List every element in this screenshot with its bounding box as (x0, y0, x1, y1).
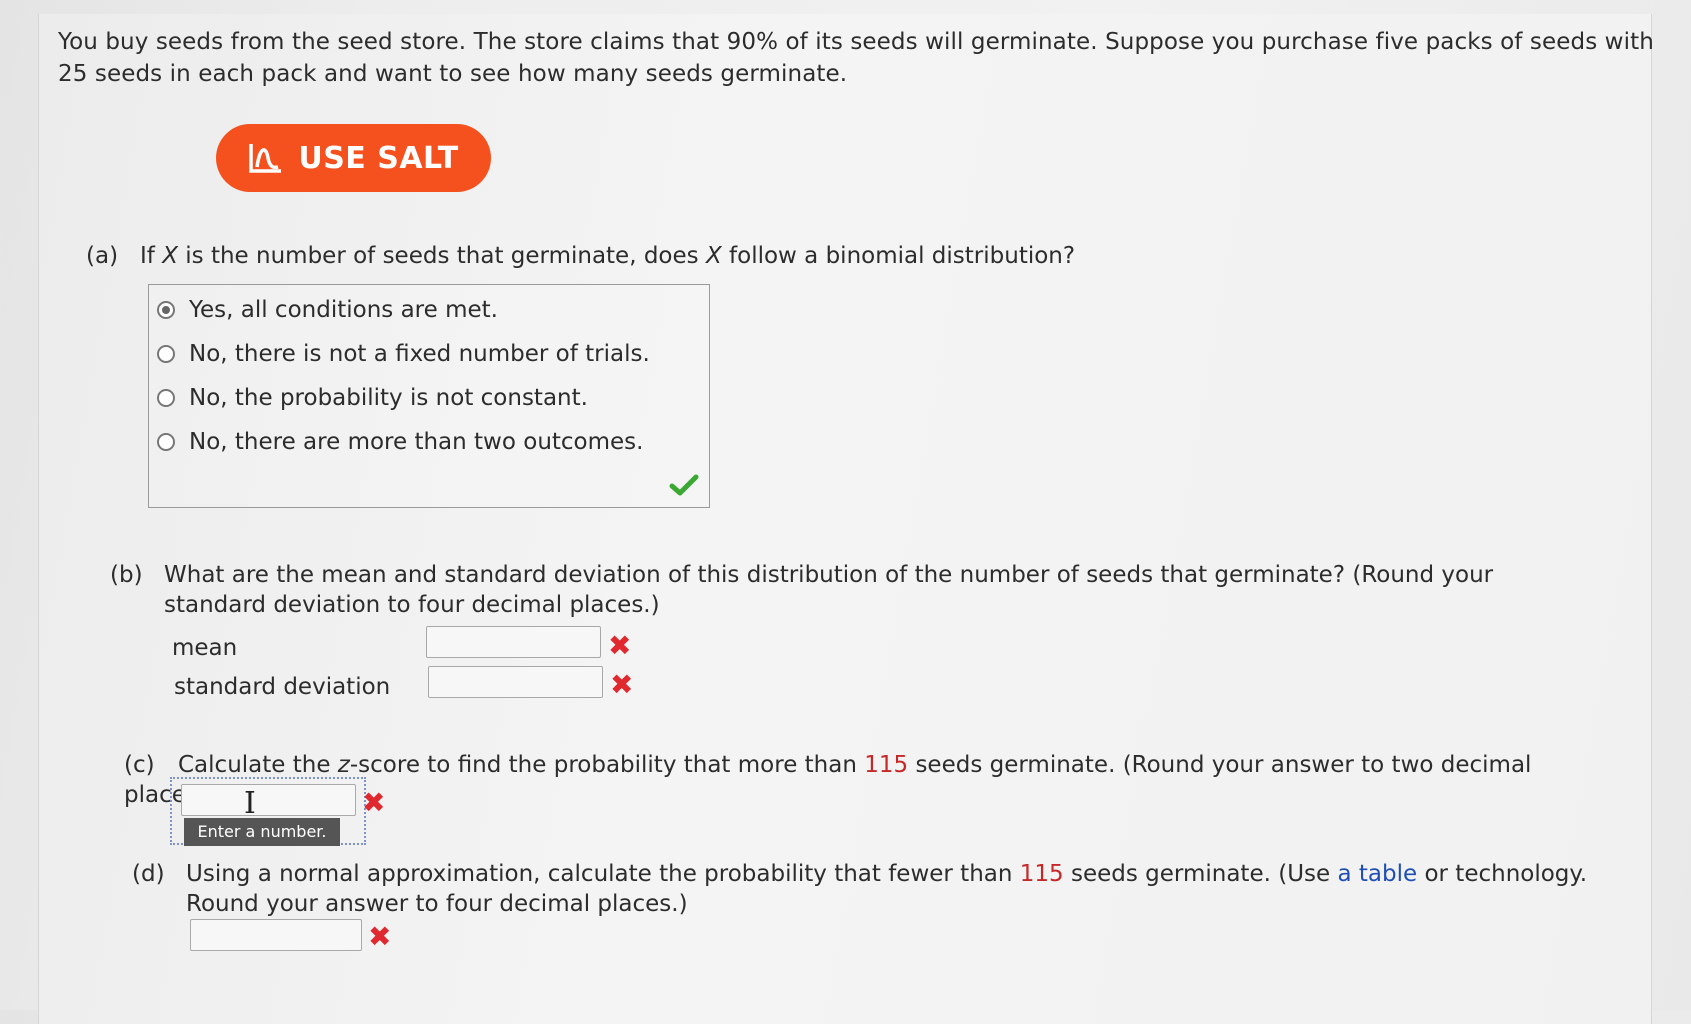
part-a-text-1: If (140, 243, 163, 269)
choice-label: No, there is not a fixed number of trial… (189, 341, 650, 367)
salt-chart-icon (249, 144, 282, 173)
choice-no-constant-probability[interactable]: No, the probability is not constant. (157, 385, 588, 411)
text-cursor-icon: I (244, 786, 256, 821)
radio-button[interactable] (157, 433, 175, 451)
radio-button[interactable] (157, 345, 175, 363)
standard-deviation-label: standard deviation (174, 674, 391, 700)
choice-no-fixed-trials[interactable]: No, there is not a fixed number of trial… (157, 341, 650, 367)
choice-label: Yes, all conditions are met. (189, 297, 498, 323)
part-b-question: (b) What are the mean and standard deviat… (110, 560, 1610, 620)
mean-input[interactable] (426, 626, 601, 658)
part-c-text-1: Calculate the (178, 752, 338, 778)
part-a-label: (a) (86, 243, 119, 269)
choice-no-two-outcomes[interactable]: No, there are more than two outcomes. (157, 429, 643, 455)
x-mark-icon: ✖ (610, 668, 634, 701)
choice-label: No, the probability is not constant. (189, 385, 588, 411)
part-c-text-2: -score to find the probability that more… (349, 752, 865, 778)
radio-button-selected[interactable] (157, 301, 175, 319)
part-d-text-2: seeds germinate. (Use (1063, 861, 1338, 887)
part-c-label: (c) (124, 752, 155, 778)
x-mark-icon: ✖ (368, 920, 392, 953)
variable-z: z (337, 752, 350, 778)
choice-label: No, there are more than two outcomes. (189, 429, 644, 455)
part-a-text-2: is the number of seeds that germinate, d… (177, 243, 706, 269)
probability-input[interactable] (190, 919, 362, 951)
part-d-text-1: Using a normal approximation, calculate … (186, 861, 1020, 887)
variable-x: X (705, 243, 722, 269)
mean-label: mean (172, 635, 238, 661)
x-mark-icon: ✖ (362, 786, 386, 819)
z-score-input[interactable] (181, 784, 356, 816)
problem-intro: You buy seeds from the seed store. The s… (58, 29, 1654, 87)
standard-deviation-input[interactable] (428, 666, 603, 698)
variable-x: X (162, 243, 178, 269)
part-a-text-3: follow a binomial distribution? (721, 243, 1076, 269)
use-salt-label: USE SALT (298, 140, 459, 176)
part-a-question: (a) If X is the number of seeds that germ… (86, 241, 1075, 271)
threshold-number: 115 (1019, 861, 1064, 887)
part-b-label: (b) (110, 562, 143, 588)
part-d-question: (d) Using a normal approximation, calcula… (132, 859, 1632, 919)
part-b-text: What are the mean and standard deviation… (164, 562, 1494, 618)
radio-button[interactable] (157, 389, 175, 407)
threshold-number: 115 (864, 752, 909, 778)
table-link[interactable]: a table (1337, 861, 1417, 887)
use-salt-button[interactable]: USE SALT (216, 124, 491, 192)
x-mark-icon: ✖ (608, 629, 632, 662)
part-d-label: (d) (132, 861, 165, 887)
checkmark-icon (669, 474, 699, 496)
input-tooltip: Enter a number. (184, 818, 340, 846)
choice-yes[interactable]: Yes, all conditions are met. (157, 297, 498, 323)
part-a-choices: Yes, all conditions are met. No, there i… (148, 284, 710, 508)
